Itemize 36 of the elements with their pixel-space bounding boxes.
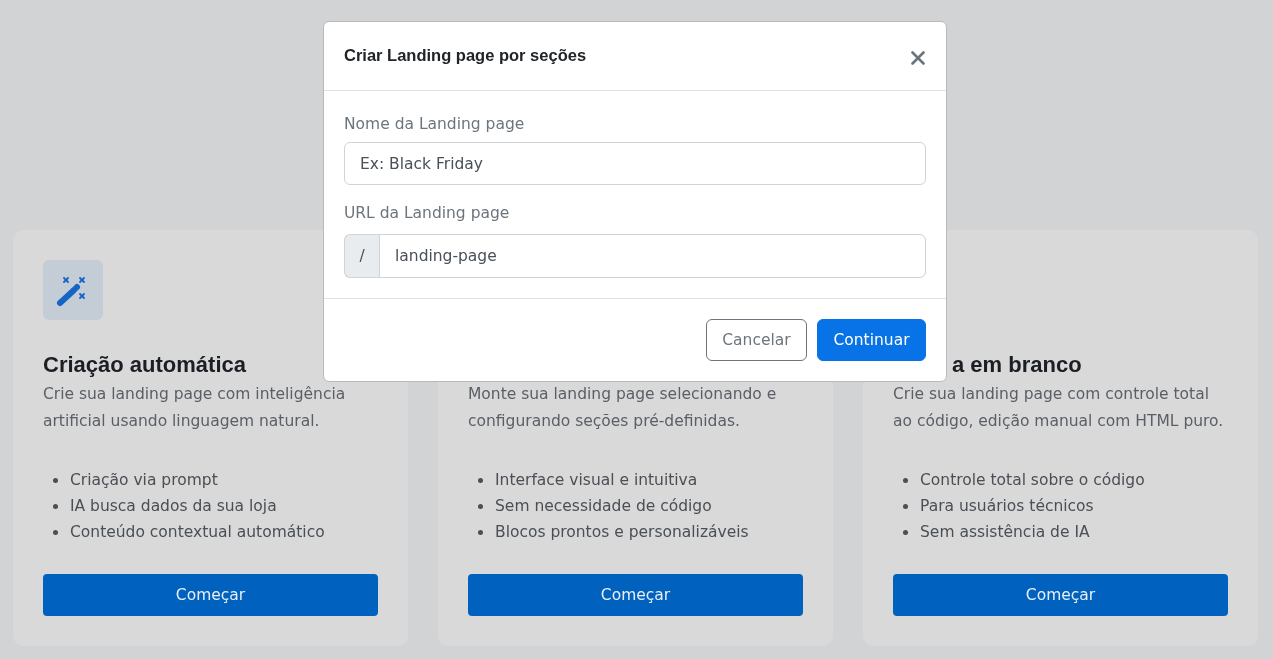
name-input[interactable]: Ex: Black Friday: [344, 142, 926, 185]
bullet-icon: [478, 503, 483, 509]
start-button[interactable]: Começar: [893, 574, 1228, 616]
url-prefix: /: [344, 234, 379, 278]
bullet-icon: [903, 477, 908, 483]
card-description: Monte sua landing page selecionando e configurando seções pré-definidas.: [468, 384, 778, 432]
feature-text: Interface visual e intuitiva: [495, 470, 698, 491]
start-button[interactable]: Começar: [43, 574, 378, 616]
bullet-icon: [903, 529, 908, 535]
bullet-icon: [903, 503, 908, 509]
feature-text: Sem assistência de IA: [920, 522, 1090, 543]
feature-text: Conteúdo contextual automático: [70, 522, 325, 543]
bullet-icon: [53, 477, 58, 483]
dialog-title: Criar Landing page por seções: [344, 45, 587, 65]
feature-text: Controle total sobre o código: [920, 470, 1145, 491]
bullet-icon: [53, 529, 58, 535]
card-title: Criação automática: [43, 352, 246, 378]
card-description: Crie sua landing page com controle total ao código, edição manual com HTML puro.: [893, 384, 1225, 432]
field-label: Nome da Landing page: [344, 114, 525, 135]
feature-text: Blocos prontos e personalizáveis: [495, 522, 749, 543]
url-input[interactable]: landing-page: [379, 234, 926, 278]
close-icon: [911, 51, 925, 65]
feature-text: Para usuários técnicos: [920, 496, 1094, 517]
bullet-icon: [478, 477, 483, 483]
card-description: Crie sua landing page com inteligência artificial usando linguagem natural.: [43, 384, 347, 432]
feature-text: Sem necessidade de código: [495, 496, 712, 517]
continue-button[interactable]: Continuar: [817, 319, 926, 361]
feature-text: Criação via prompt: [70, 470, 218, 491]
cancel-button[interactable]: Cancelar: [706, 319, 807, 361]
card-title: a em branco: [952, 352, 1082, 378]
close-button[interactable]: [911, 51, 925, 65]
feature-text: IA busca dados da sua loja: [70, 496, 277, 517]
bullet-icon: [478, 529, 483, 535]
bullet-icon: [53, 503, 58, 509]
start-button[interactable]: Começar: [468, 574, 803, 616]
field-label: URL da Landing page: [344, 203, 510, 224]
